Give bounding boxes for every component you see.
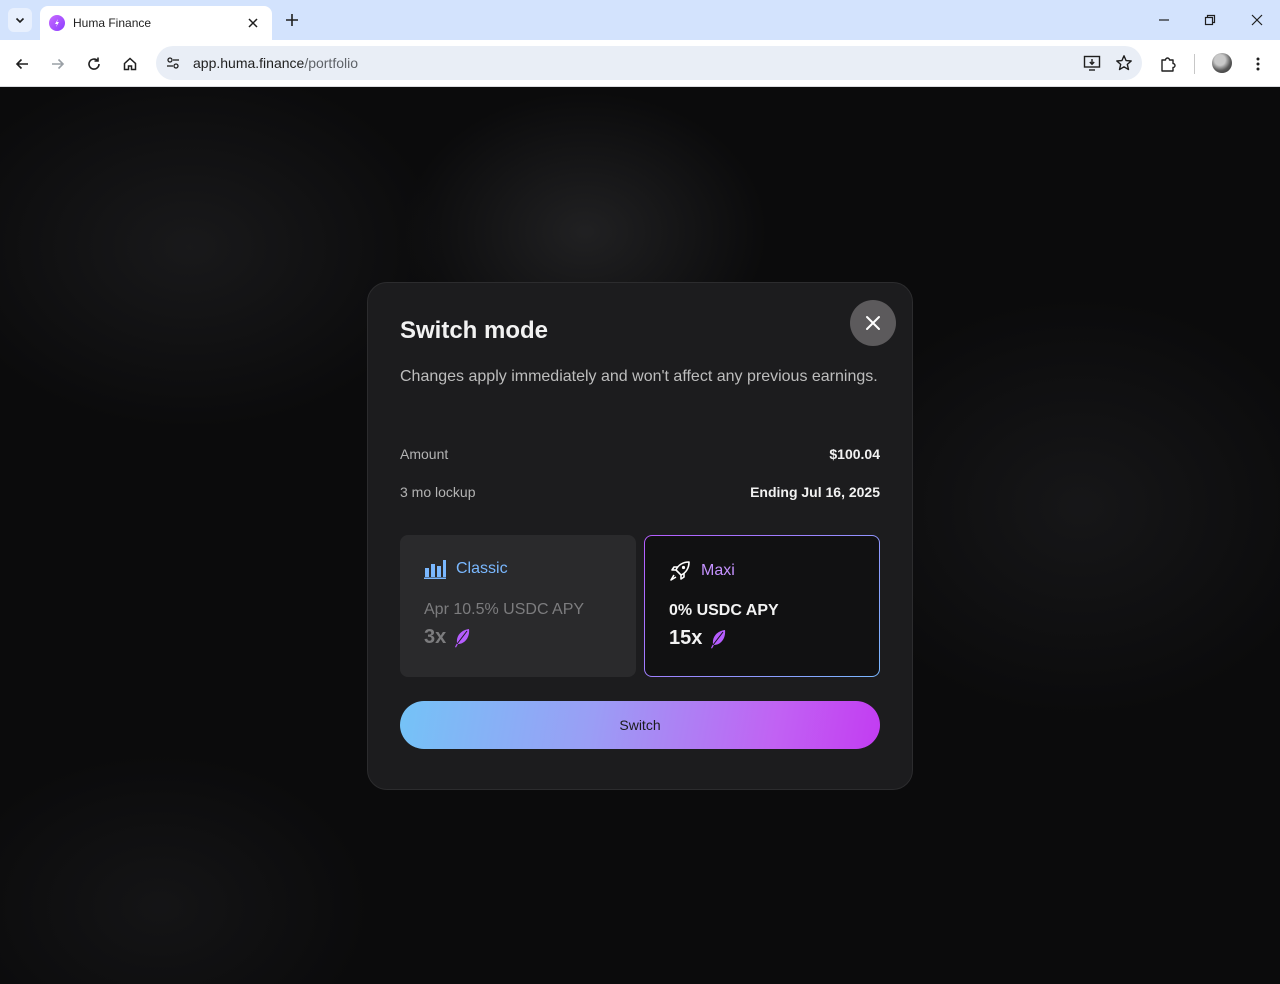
more-vert-icon bbox=[1256, 57, 1260, 71]
feather-icon bbox=[455, 628, 470, 647]
multiplier-value: 3x bbox=[424, 626, 447, 648]
huma-favicon-icon bbox=[49, 15, 65, 31]
install-app-button[interactable] bbox=[1078, 49, 1106, 77]
rocket-icon bbox=[670, 561, 690, 581]
amount-row: Amount $100.04 bbox=[400, 446, 880, 462]
tab-title: Huma Finance bbox=[73, 16, 152, 30]
restore-button[interactable] bbox=[1187, 0, 1233, 40]
window-close-button[interactable] bbox=[1234, 0, 1280, 40]
close-dialog-button[interactable] bbox=[850, 300, 896, 346]
url-host: app.huma.finance bbox=[193, 55, 305, 71]
multiplier-value: 15x bbox=[669, 627, 703, 649]
address-bar[interactable]: app.huma.finance/portfolio bbox=[156, 46, 1142, 80]
home-icon bbox=[123, 57, 137, 71]
tab-strip: Huma Finance bbox=[0, 0, 1280, 40]
tab-close-button[interactable] bbox=[244, 14, 262, 32]
browser-tab[interactable]: Huma Finance bbox=[40, 6, 272, 40]
arrow-left-icon bbox=[15, 58, 28, 70]
chevron-down-icon bbox=[15, 17, 25, 24]
profile-avatar[interactable] bbox=[1212, 53, 1232, 73]
plus-icon bbox=[286, 14, 298, 26]
lockup-row: 3 mo lockup Ending Jul 16, 2025 bbox=[400, 484, 880, 500]
amount-label: Amount bbox=[400, 446, 449, 462]
url-text: app.huma.finance/portfolio bbox=[193, 55, 1078, 71]
mode-name: Classic bbox=[456, 560, 508, 577]
feather-icon bbox=[711, 629, 726, 648]
dialog-description: Changes apply immediately and won't affe… bbox=[400, 368, 878, 385]
lockup-label: 3 mo lockup bbox=[400, 484, 476, 500]
mode-apy: 0% USDC APY bbox=[669, 602, 779, 619]
lockup-value: Ending Jul 16, 2025 bbox=[750, 484, 880, 500]
amount-value: $100.04 bbox=[829, 446, 880, 462]
switch-button[interactable]: Switch bbox=[400, 701, 880, 749]
restore-icon bbox=[1204, 14, 1216, 26]
bar-chart-icon bbox=[424, 560, 446, 579]
forward-button[interactable] bbox=[44, 50, 72, 78]
mode-multiplier: 15x bbox=[669, 627, 728, 650]
mode-card-maxi[interactable]: Maxi 0% USDC APY 15x bbox=[644, 535, 880, 677]
site-info-button[interactable] bbox=[161, 51, 185, 75]
star-icon bbox=[1116, 55, 1132, 71]
new-tab-button[interactable] bbox=[280, 8, 304, 32]
minimize-icon bbox=[1159, 19, 1169, 21]
close-icon bbox=[866, 316, 880, 330]
extensions-button[interactable] bbox=[1154, 50, 1182, 78]
card-header: Classic bbox=[424, 559, 508, 579]
mode-apy: Apr 10.5% USDC APY bbox=[424, 601, 585, 618]
mode-multiplier: 3x bbox=[424, 626, 472, 649]
install-app-icon bbox=[1083, 55, 1101, 71]
tab-search-button[interactable] bbox=[8, 8, 32, 32]
reload-icon bbox=[88, 57, 100, 70]
switch-mode-dialog: Switch mode Changes apply immediately an… bbox=[367, 282, 913, 790]
back-button[interactable] bbox=[8, 50, 36, 78]
dialog-title: Switch mode bbox=[400, 317, 549, 344]
puzzle-icon bbox=[1161, 57, 1176, 72]
close-icon bbox=[248, 18, 258, 28]
url-path: /portfolio bbox=[304, 55, 359, 71]
home-button[interactable] bbox=[116, 50, 144, 78]
reload-button[interactable] bbox=[80, 50, 108, 78]
minimize-button[interactable] bbox=[1141, 0, 1187, 40]
menu-button[interactable] bbox=[1244, 50, 1272, 78]
browser-toolbar: app.huma.finance/portfolio bbox=[0, 40, 1280, 87]
mode-card-classic[interactable]: Classic Apr 10.5% USDC APY 3x bbox=[400, 535, 636, 677]
toolbar-divider bbox=[1194, 54, 1195, 74]
mode-name: Maxi bbox=[701, 562, 735, 579]
bookmark-button[interactable] bbox=[1110, 49, 1138, 77]
arrow-right-icon bbox=[52, 58, 65, 70]
tune-icon bbox=[167, 57, 179, 69]
card-header: Maxi bbox=[669, 560, 735, 582]
close-icon bbox=[1251, 14, 1263, 26]
